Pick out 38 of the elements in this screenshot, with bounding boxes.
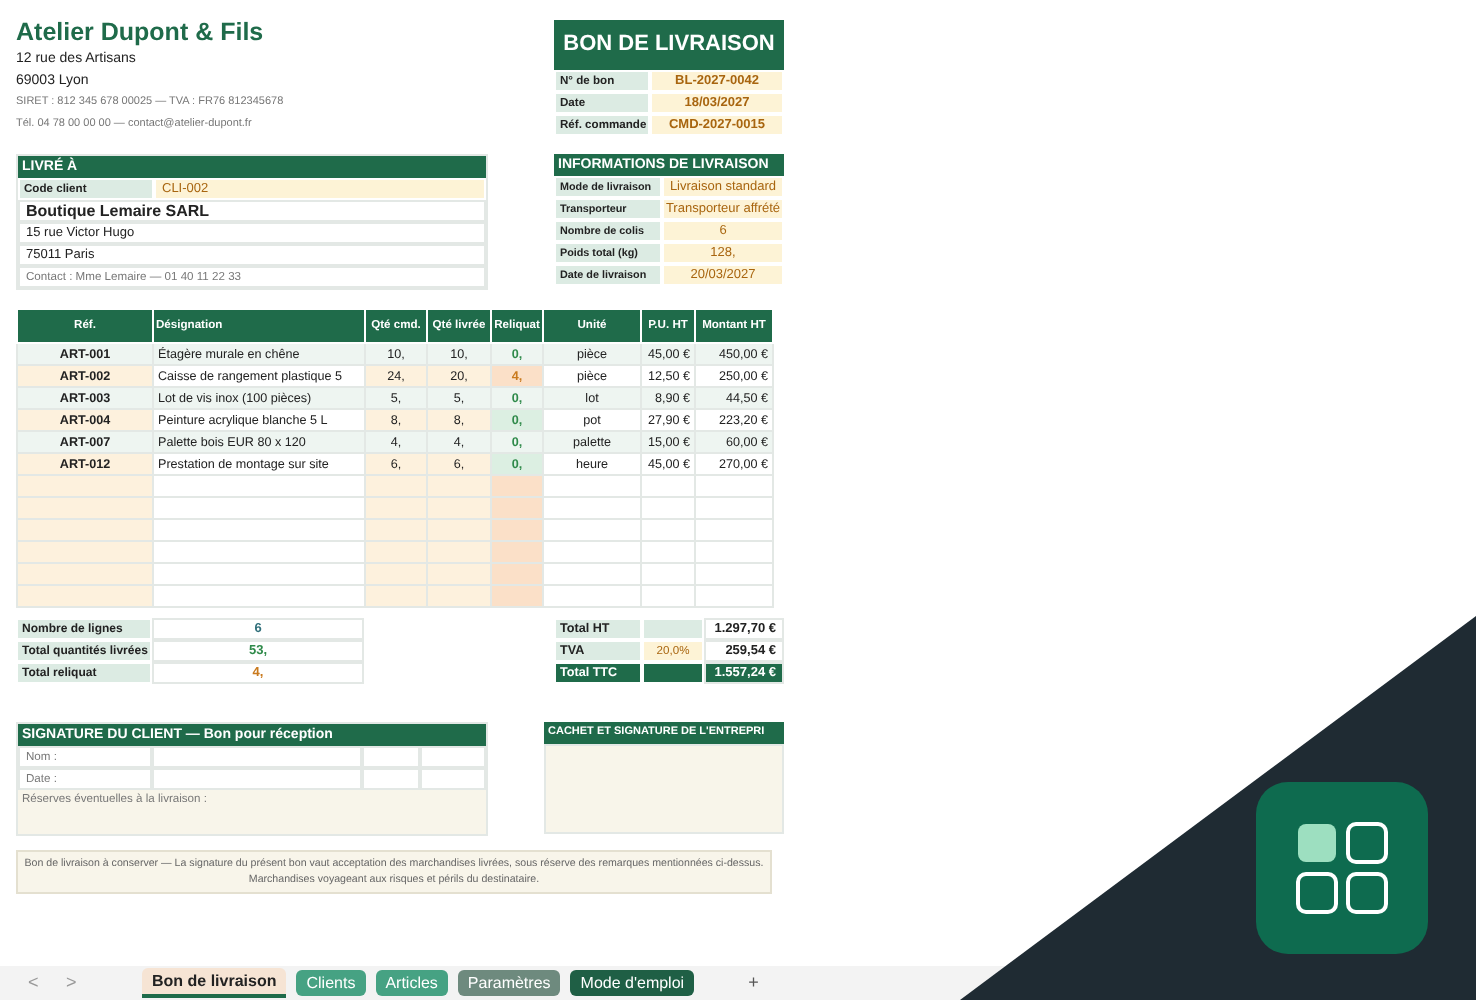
table-cell [695,541,773,563]
table-cell [641,519,695,541]
table-cell [641,497,695,519]
sheet-tab[interactable]: Mode d'emploi [570,970,695,996]
next-sheet-button[interactable]: > [66,969,94,997]
table-cell [641,541,695,563]
table-cell [543,475,641,497]
table-cell [641,475,695,497]
table-cell [695,497,773,519]
table-cell [695,519,773,541]
customer-name: Boutique Lemaire SARL [18,200,486,222]
table-cell [695,585,773,607]
table-cell [695,475,773,497]
add-sheet-button[interactable]: + [748,969,777,997]
table-cell [641,563,695,585]
table-cell [543,541,641,563]
table-cell [17,541,153,563]
sheet-tab[interactable]: Bon de livraison [142,968,287,998]
sheet-tab[interactable]: Clients [296,970,366,996]
table-cell [642,662,704,684]
table-cell [17,475,153,497]
table-cell [543,563,641,585]
sheet-tab[interactable]: Articles [375,970,448,996]
table-cell [17,585,153,607]
sheet-tab[interactable]: Paramètres [457,970,561,996]
grid-logo-icon [1256,782,1428,954]
table-cell [641,585,695,607]
company-name: Atelier Dupont & Fils [16,18,266,48]
table-cell [543,519,641,541]
table-cell [17,497,153,519]
table-cell [695,563,773,585]
table-cell [642,618,704,640]
table-cell [543,585,641,607]
document-title: BON DE LIVRAISON [554,20,784,70]
previous-sheet-button[interactable]: < [28,969,56,997]
table-cell [17,519,153,541]
table-cell [543,497,641,519]
table-cell [17,563,153,585]
